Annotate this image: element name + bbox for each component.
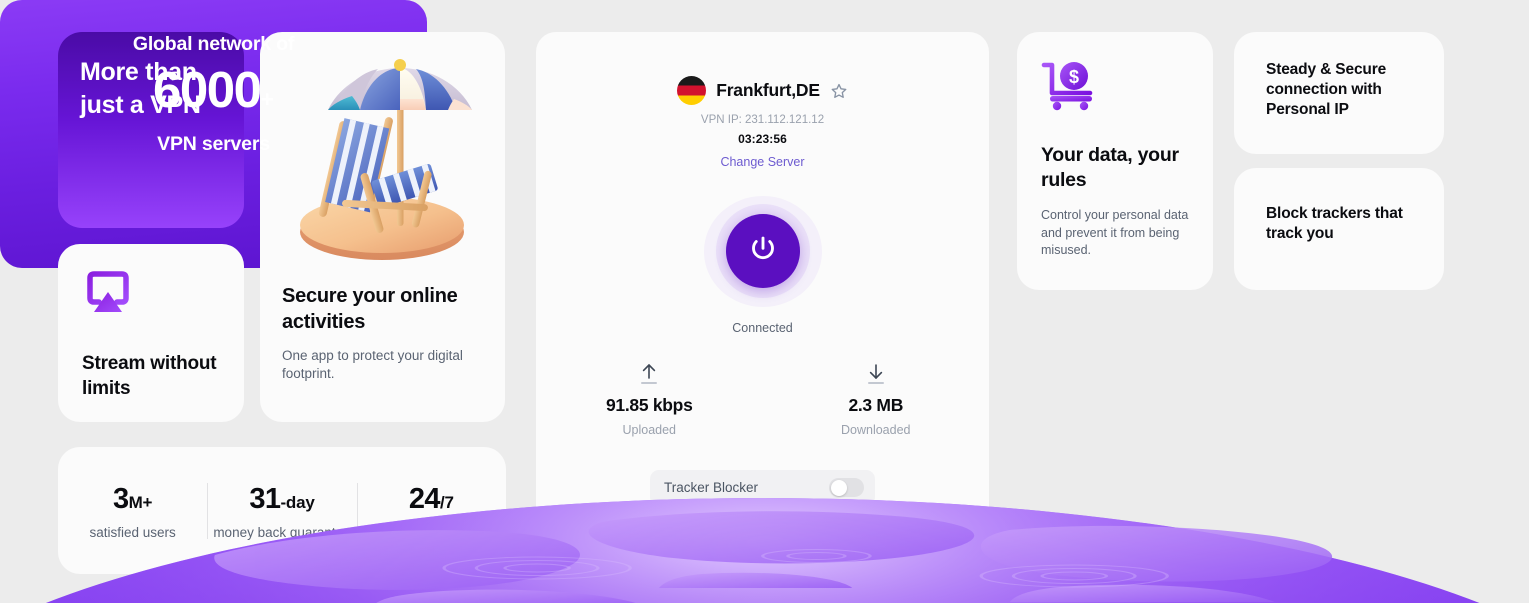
server-count: 6000 bbox=[153, 61, 262, 118]
global-network-line1: Global network of bbox=[132, 33, 295, 55]
your-data-card: $ Your data, your rules Control your per… bbox=[1017, 32, 1213, 290]
cart-with-dollar-coin-icon: $ bbox=[1041, 62, 1097, 116]
download-label: Downloaded bbox=[841, 422, 911, 437]
upload-label: Uploaded bbox=[622, 422, 676, 437]
power-icon bbox=[748, 234, 778, 269]
power-button-rings bbox=[703, 196, 822, 307]
block-trackers-card: Block trackers that track you bbox=[1234, 168, 1444, 290]
beach-subtitle: One app to protect your digital footprin… bbox=[282, 348, 463, 381]
block-trackers-title: Block trackers that track you bbox=[1266, 205, 1403, 242]
stream-feature-card: Stream without limits bbox=[58, 244, 244, 422]
svg-text:$: $ bbox=[1069, 67, 1079, 87]
server-location-name: Frankfurt,DE bbox=[716, 80, 820, 100]
connection-status-text: Connected bbox=[732, 320, 793, 335]
steady-secure-card: Steady & Secure connection with Personal… bbox=[1234, 32, 1444, 154]
star-outline-icon[interactable] bbox=[830, 82, 848, 100]
app-root: More than just a VPN Stream without limi… bbox=[0, 0, 1529, 603]
your-data-subtitle: Control your personal data and prevent i… bbox=[1041, 208, 1189, 257]
download-arrow-icon bbox=[763, 362, 990, 386]
germany-flag-icon bbox=[677, 76, 707, 105]
session-timer: 03:23:56 bbox=[738, 132, 787, 146]
global-network-line3: VPN servers bbox=[157, 133, 270, 155]
change-server-link[interactable]: Change Server bbox=[720, 155, 804, 169]
server-count-plus: + bbox=[260, 86, 274, 112]
upload-arrow-icon bbox=[536, 362, 763, 386]
download-value: 2.3 MB bbox=[848, 394, 904, 415]
download-stat: 2.3 MB Downloaded bbox=[763, 362, 990, 437]
stream-title: Stream without limits bbox=[82, 353, 217, 399]
vpn-ip-text: VPN IP: 231.112.121.12 bbox=[700, 114, 825, 126]
steady-secure-title: Steady & Secure connection with Personal… bbox=[1266, 61, 1387, 118]
your-data-title: Your data, your rules bbox=[1041, 144, 1179, 191]
power-toggle-button[interactable] bbox=[725, 214, 800, 289]
beach-title: Secure your online activities bbox=[282, 285, 458, 333]
server-location-row: Frankfurt,DE bbox=[677, 76, 848, 105]
airplay-icon bbox=[82, 270, 220, 321]
upload-stat: 91.85 kbps Uploaded bbox=[536, 362, 763, 437]
upload-value: 91.85 kbps bbox=[606, 394, 693, 415]
transfer-stats-row: 91.85 kbps Uploaded 2.3 MB Downloaded bbox=[536, 362, 989, 437]
